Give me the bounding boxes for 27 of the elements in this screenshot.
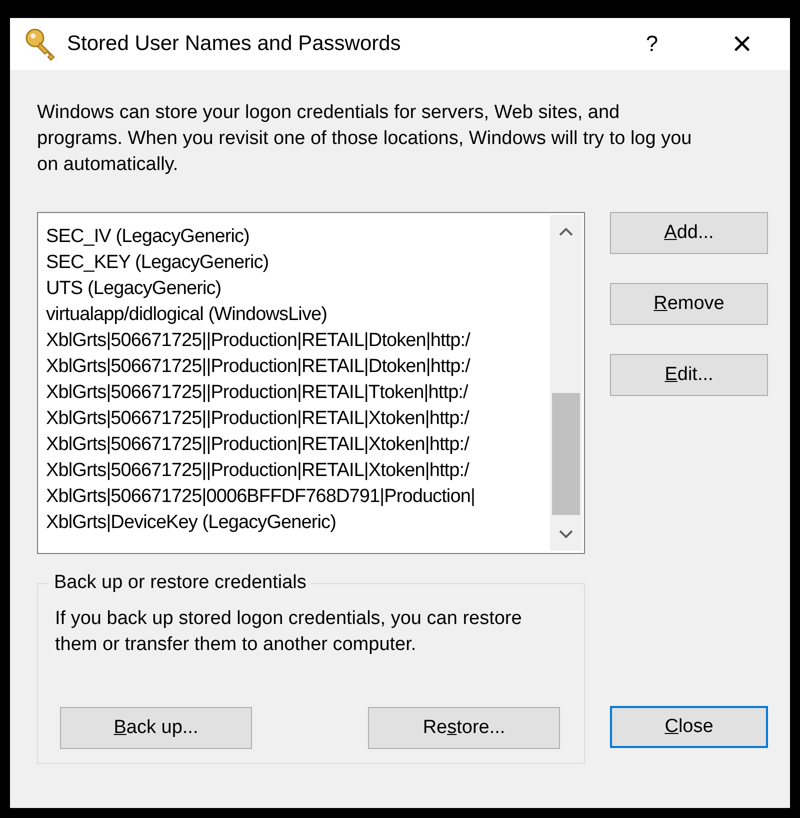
- remove-button[interactable]: Remove: [610, 283, 768, 325]
- credential-item[interactable]: XblGrts|506671725||Production|RETAIL|Dtoken|http:/: [46, 328, 470, 354]
- group-title: Back up or restore credentials: [49, 571, 312, 595]
- credential-item[interactable]: XblGrts|506671725|0006BFFDF768D791|Production|: [46, 484, 475, 510]
- credential-item[interactable]: XblGrts|506671725||Production|RETAIL|Ttoken|http:/: [46, 380, 468, 406]
- add-button[interactable]: Add...: [610, 212, 768, 254]
- backup-description: If you back up stored logon credentials, you can restore them or transfer them to another computer.: [55, 607, 523, 657]
- credential-item[interactable]: XblGrts|DeviceKey (LegacyGeneric): [46, 510, 336, 536]
- close-dialog-button[interactable]: Close: [610, 706, 768, 748]
- credential-item[interactable]: XblGrts|506671725||Production|RETAIL|Dtoken|http:/: [46, 354, 470, 380]
- credential-list[interactable]: [37, 212, 585, 554]
- credential-item[interactable]: XblGrts|506671725||Production|RETAIL|Xtoken|http:/: [46, 458, 469, 484]
- back-up-button[interactable]: Back up...: [60, 707, 252, 749]
- credential-item[interactable]: XblGrts|506671725||Production|RETAIL|Xtoken|http:/: [46, 432, 469, 458]
- credential-item[interactable]: SEC_IV (LegacyGeneric): [46, 224, 250, 250]
- scrollbar[interactable]: [550, 215, 582, 551]
- credential-item[interactable]: virtualapp/didlogical (WindowsLive): [46, 302, 327, 328]
- help-button[interactable]: ?: [632, 31, 672, 57]
- credential-item[interactable]: UTS (LegacyGeneric): [46, 276, 222, 302]
- credential-item[interactable]: XblGrts|506671725||Production|RETAIL|Xtoken|http:/: [46, 406, 469, 432]
- restore-button[interactable]: Restore...: [368, 707, 560, 749]
- scrollbar-thumb[interactable]: [552, 393, 580, 515]
- window-title: Stored User Names and Passwords: [67, 32, 402, 56]
- description-text: Windows can store your logon credentials for servers, Web sites, and programs. When you revisit one of those locations, Windows will try to log you on automatically.: [37, 101, 693, 177]
- close-button[interactable]: ×: [722, 27, 762, 61]
- edit-button[interactable]: Edit...: [610, 354, 768, 396]
- credential-item[interactable]: SEC_KEY (LegacyGeneric): [46, 250, 269, 276]
